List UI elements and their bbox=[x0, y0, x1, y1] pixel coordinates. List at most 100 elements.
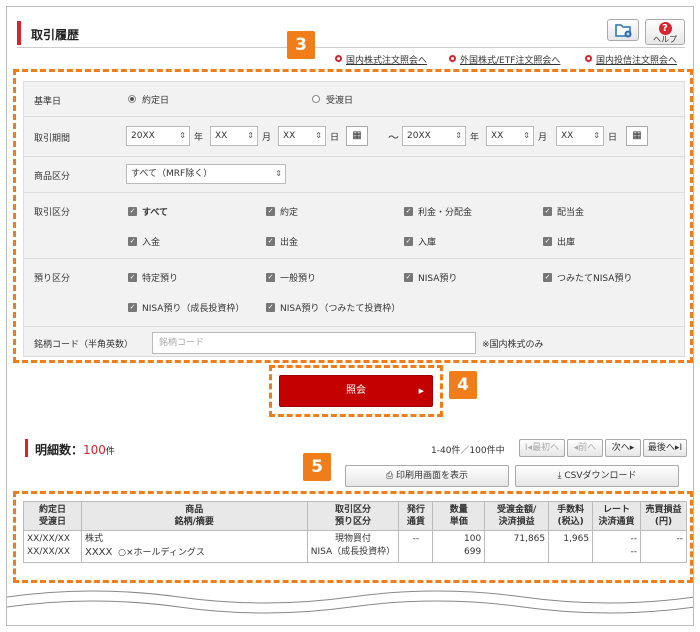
table-row: XX/XX/XX XX/XX/XX 株式 XXXX ○×ホールディングス 現物買付 N… bbox=[23, 530, 687, 563]
from-month-select[interactable]: XX bbox=[210, 126, 258, 146]
cell-currency: -- bbox=[398, 530, 434, 563]
product-select[interactable]: すべて（MRF除く） bbox=[126, 164, 286, 184]
cell-rate: -- -- bbox=[592, 530, 642, 563]
folder-plus-icon bbox=[615, 24, 632, 38]
checkbox-all-label: すべて bbox=[142, 208, 169, 218]
checkbox-general[interactable]: ✓ bbox=[266, 273, 275, 282]
help-label: ヘルプ bbox=[653, 35, 677, 44]
base-date-label: 基準日 bbox=[34, 97, 62, 107]
badge-3: 3 bbox=[287, 31, 315, 59]
checkbox-nisa-tsumitate-label: NISA預り（つみたて投資枠） bbox=[280, 304, 401, 314]
to-year-select[interactable]: 20XX bbox=[402, 126, 466, 146]
trade-type-label: 取引区分 bbox=[34, 208, 71, 218]
checkbox-stock-out[interactable]: ✓ bbox=[543, 237, 552, 246]
link-foreign-stock[interactable]: 外国株式/ETF注文照会へ bbox=[460, 53, 560, 66]
checkbox-withdraw-label: 出金 bbox=[280, 238, 299, 248]
radio-settle-date[interactable] bbox=[312, 95, 320, 103]
from-day-select[interactable]: XX bbox=[278, 126, 326, 146]
page-title: 取引履歴 bbox=[31, 28, 80, 42]
period-label: 取引期間 bbox=[34, 134, 71, 144]
checkbox-all[interactable]: ✓ bbox=[128, 207, 137, 216]
pager-first-button[interactable]: I◂最初へ bbox=[519, 439, 565, 457]
radio-trade-date[interactable] bbox=[128, 95, 136, 103]
checkbox-tsumitate-nisa-label: つみたてNISA預り bbox=[557, 274, 633, 284]
checkbox-stock-out-label: 出庫 bbox=[557, 238, 576, 248]
checkbox-tsumitate-nisa[interactable]: ✓ bbox=[543, 273, 552, 282]
print-button[interactable]: ⎙ 印刷用画面を表示 bbox=[345, 465, 509, 487]
cell-amount: 71,865 bbox=[484, 530, 550, 563]
row-deposit-type: 預り区分 ✓ 特定預り ✓ 一般預り ✓ NISA預り ✓ つみたてNISA預り… bbox=[24, 259, 684, 327]
row-base-date: 基準日 約定日 受渡日 bbox=[24, 82, 684, 117]
col-pl: 売買損益 (円) bbox=[640, 501, 687, 531]
checkbox-execution-label: 約定 bbox=[280, 208, 299, 218]
header-divider bbox=[17, 47, 685, 48]
to-day-select[interactable]: XX bbox=[556, 126, 604, 146]
checkbox-stock-in[interactable]: ✓ bbox=[404, 237, 413, 246]
table-header-row: 約定日 受渡日 商品 銘柄/摘要 取引区分 預り区分 発行 通貨 数量 単価 受渡金額/決… bbox=[23, 501, 687, 531]
print-label: 印刷用画面を表示 bbox=[396, 471, 469, 481]
radio-trade-date-label: 約定日 bbox=[142, 96, 170, 106]
cell-pl: -- bbox=[640, 530, 687, 563]
from-year-select[interactable]: 20XX bbox=[126, 126, 190, 146]
row-period: 取引期間 20XX 年 XX 月 XX 日 ▦ 〜 20XX 年 XX 月 XX… bbox=[24, 117, 684, 157]
col-product: 商品 銘柄/摘要 bbox=[80, 501, 308, 531]
detail-accent-bar bbox=[25, 439, 28, 457]
history-table: 約定日 受渡日 商品 銘柄/摘要 取引区分 預り区分 発行 通貨 数量 単価 受渡金額/決… bbox=[23, 501, 687, 563]
col-trade-type: 取引区分 預り区分 bbox=[306, 501, 400, 531]
row-trade-type: 取引区分 ✓ すべて ✓ 約定 ✓ 利金・分配金 ✓ 配当金 ✓ 入金 ✓ 出金… bbox=[24, 193, 684, 259]
folder-add-button[interactable] bbox=[607, 19, 639, 41]
cell-date: XX/XX/XX XX/XX/XX bbox=[23, 530, 82, 563]
cell-qty: 100 699 bbox=[432, 530, 486, 563]
row-code: 銘柄コード（半角英数） 銘柄コード ※国内株式のみ bbox=[24, 327, 684, 358]
csv-download-button[interactable]: ⤓ CSVダウンロード bbox=[515, 465, 679, 487]
calendar-icon[interactable]: ▦ bbox=[626, 126, 648, 146]
pager-next-button[interactable]: 次へ▸ bbox=[605, 439, 641, 457]
checkbox-deposit-label: 入金 bbox=[142, 238, 161, 248]
code-input[interactable]: 銘柄コード bbox=[152, 332, 476, 354]
checkbox-interest-label: 利金・分配金 bbox=[418, 208, 473, 218]
col-fee: 手数料 (税込) bbox=[548, 501, 594, 531]
next-icon: ▸ bbox=[629, 443, 635, 453]
search-form: 基準日 約定日 受渡日 取引期間 20XX 年 XX 月 XX 日 ▦ 〜 20… bbox=[23, 81, 685, 357]
print-icon: ⎙ bbox=[385, 471, 397, 481]
month-unit: 月 bbox=[262, 133, 272, 143]
page-header: 取引履歴 bbox=[17, 21, 677, 45]
link-domestic-stock[interactable]: 国内株式注文照会へ bbox=[346, 53, 427, 66]
pager-last-label: 最後へ bbox=[647, 443, 675, 453]
detail-title-label: 明細数： bbox=[35, 443, 84, 457]
checkbox-specific[interactable]: ✓ bbox=[128, 273, 137, 282]
checkbox-interest[interactable]: ✓ bbox=[404, 207, 413, 216]
checkbox-specific-label: 特定預り bbox=[142, 274, 179, 284]
period-separator: 〜 bbox=[388, 131, 399, 144]
checkbox-dividend[interactable]: ✓ bbox=[543, 207, 552, 216]
link-bullet-icon bbox=[335, 55, 342, 62]
checkbox-nisa-tsumitate[interactable]: ✓ bbox=[266, 303, 275, 312]
col-currency: 発行 通貨 bbox=[398, 501, 434, 531]
csv-label: CSVダウンロード bbox=[564, 471, 637, 481]
help-icon: ? bbox=[658, 22, 672, 35]
pager-last-button[interactable]: 最後へ▸I bbox=[643, 439, 687, 457]
radio-settle-date-label: 受渡日 bbox=[326, 96, 354, 106]
badge-4: 4 bbox=[449, 371, 477, 399]
pager-prev-label: 前へ bbox=[578, 443, 597, 453]
checkbox-nisa-growth-label: NISA預り（成長投資枠） bbox=[142, 304, 245, 314]
submit-button[interactable]: 照会 ▶ bbox=[279, 375, 433, 407]
header-accent-bar bbox=[17, 21, 21, 45]
calendar-icon[interactable]: ▦ bbox=[346, 126, 368, 146]
help-button[interactable]: ? ヘルプ bbox=[645, 19, 685, 45]
year-unit: 年 bbox=[470, 133, 480, 143]
checkbox-deposit[interactable]: ✓ bbox=[128, 237, 137, 246]
checkbox-general-label: 一般預り bbox=[280, 274, 317, 284]
checkbox-nisa[interactable]: ✓ bbox=[404, 273, 413, 282]
to-month-select[interactable]: XX bbox=[486, 126, 534, 146]
pager-prev-button[interactable]: ◂前へ bbox=[567, 439, 603, 457]
link-fund[interactable]: 国内投信注文照会へ bbox=[596, 53, 677, 66]
year-unit: 年 bbox=[194, 133, 204, 143]
col-amount: 受渡金額/決済損益 bbox=[484, 501, 550, 531]
checkbox-execution[interactable]: ✓ bbox=[266, 207, 275, 216]
checkbox-nisa-growth[interactable]: ✓ bbox=[128, 303, 137, 312]
cell-product: 株式 XXXX ○×ホールディングス bbox=[80, 530, 308, 563]
day-unit: 日 bbox=[608, 133, 618, 143]
checkbox-withdraw[interactable]: ✓ bbox=[266, 237, 275, 246]
badge-5: 5 bbox=[303, 453, 331, 481]
